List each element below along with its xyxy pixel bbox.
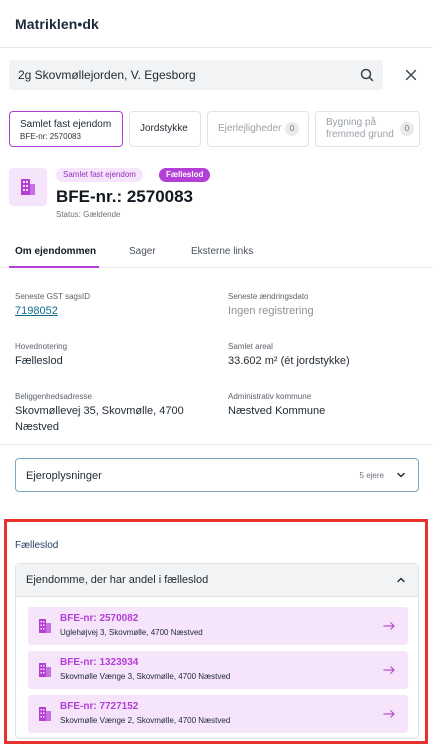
tab-sager[interactable]: Sager — [129, 246, 156, 257]
arrow-right-icon — [383, 710, 395, 718]
building-icon — [21, 179, 35, 195]
tab-label: Samlet fast ejendom — [20, 119, 112, 130]
address-line-1: Skovmøllevej 35, Skovmølle, 4700 — [15, 405, 184, 417]
gst-sagsid-link[interactable]: 7198052 — [15, 303, 58, 319]
count-badge: 0 — [285, 122, 299, 136]
tab-om-ejendommen[interactable]: Om ejendommen — [15, 246, 96, 257]
property-bfe: BFE-nr: 1323934 — [60, 657, 139, 668]
content-tabs: Om ejendommen Sager Eksterne links — [0, 236, 433, 268]
tab-bygning-paa-fremmed-grund[interactable]: Bygning på fremmed grund 0 — [315, 111, 420, 147]
chevron-up-icon — [397, 577, 405, 583]
faelleslod-property-card[interactable]: BFE-nr: 2570082 Uglehøjvej 3, Skovmølle,… — [28, 607, 408, 645]
tab-ejerlejligheder[interactable]: Ejerlejligheder 0 — [207, 111, 309, 147]
search-query[interactable]: 2g Skovmøllejorden, V. Egesborg — [18, 68, 196, 82]
page-title: BFE-nr.: 2570083 — [56, 187, 194, 206]
section-divider — [0, 444, 433, 445]
building-icon — [39, 663, 51, 677]
faelleslod-accordion-label: Ejendomme, der har andel i fælleslod — [26, 574, 209, 586]
address-label: Beliggenhedsadresse — [15, 392, 92, 401]
app-header: Matriklen•dk — [0, 0, 433, 48]
search-icon[interactable] — [359, 67, 375, 83]
municipality-value: Næstved Kommune — [228, 405, 326, 417]
count-badge: 0 — [400, 122, 414, 136]
tab-sublabel: BFE-nr: 2570083 — [20, 132, 81, 141]
property-type-badge: Samlet fast ejendom — [56, 168, 143, 182]
property-bfe: BFE-nr: 7727152 — [60, 701, 139, 712]
owners-accordion[interactable]: Ejeroplysninger 5 ejere — [15, 458, 419, 492]
faelleslod-accordion-header[interactable]: Ejendomme, der har andel i fælleslod — [16, 564, 418, 597]
hovednotering-value: Fælleslod — [15, 355, 63, 367]
address-line-2: Næstved — [15, 421, 60, 433]
tab-jordstykke[interactable]: Jordstykke — [129, 111, 201, 147]
owners-count: 5 ejere — [359, 471, 384, 480]
arrow-right-icon — [383, 622, 395, 630]
app-logo[interactable]: Matriklen•dk — [15, 16, 99, 32]
municipality-label: Administrativ kommune — [228, 392, 312, 401]
close-icon[interactable] — [403, 67, 419, 83]
gst-sagsid-label: Seneste GST sagsID — [15, 292, 90, 301]
property-address: Uglehøjvej 3, Skovmølle, 4700 Næstved — [60, 628, 203, 637]
property-address: Skovmølle Vænge 2, Skovmølle, 4700 Næstv… — [60, 716, 231, 725]
hovednotering-label: Hovednotering — [15, 342, 68, 351]
faelleslod-section-title: Fælleslod — [15, 540, 59, 551]
tab-label: Bygning på fremmed grund — [326, 117, 394, 140]
area-label: Samlet areal — [228, 342, 273, 351]
building-icon — [39, 707, 51, 721]
tab-label: Ejerlejligheder — [218, 123, 282, 134]
owners-label: Ejeroplysninger — [26, 470, 102, 482]
faelleslod-property-card[interactable]: BFE-nr: 1323934 Skovmølle Vænge 3, Skovm… — [28, 651, 408, 689]
property-bfe: BFE-nr: 2570082 — [60, 613, 139, 624]
change-date-value: Ingen registrering — [228, 305, 314, 317]
faelleslod-property-card[interactable]: BFE-nr: 7727152 Skovmølle Vænge 2, Skovm… — [28, 695, 408, 733]
area-value: 33.602 m² (ét jordstykke) — [228, 355, 350, 367]
property-icon-box — [9, 168, 47, 206]
property-address: Skovmølle Vænge 3, Skovmølle, 4700 Næstv… — [60, 672, 231, 681]
tab-samlet-fast-ejendom[interactable]: Samlet fast ejendom BFE-nr: 2570083 — [9, 111, 123, 147]
status-text: Status: Gældende — [56, 210, 121, 219]
tab-label: Jordstykke — [140, 123, 188, 134]
chevron-down-icon — [397, 472, 405, 478]
tab-eksterne-links[interactable]: Eksterne links — [191, 246, 253, 257]
active-tab-indicator — [9, 266, 99, 268]
faelleslod-badge: Fælleslod — [159, 168, 211, 182]
arrow-right-icon — [383, 666, 395, 674]
building-icon — [39, 619, 51, 633]
change-date-label: Seneste ændringsdato — [228, 292, 309, 301]
search-input[interactable]: 2g Skovmøllejorden, V. Egesborg — [9, 60, 383, 90]
faelleslod-accordion: Ejendomme, der har andel i fælleslod BFE… — [15, 563, 419, 739]
